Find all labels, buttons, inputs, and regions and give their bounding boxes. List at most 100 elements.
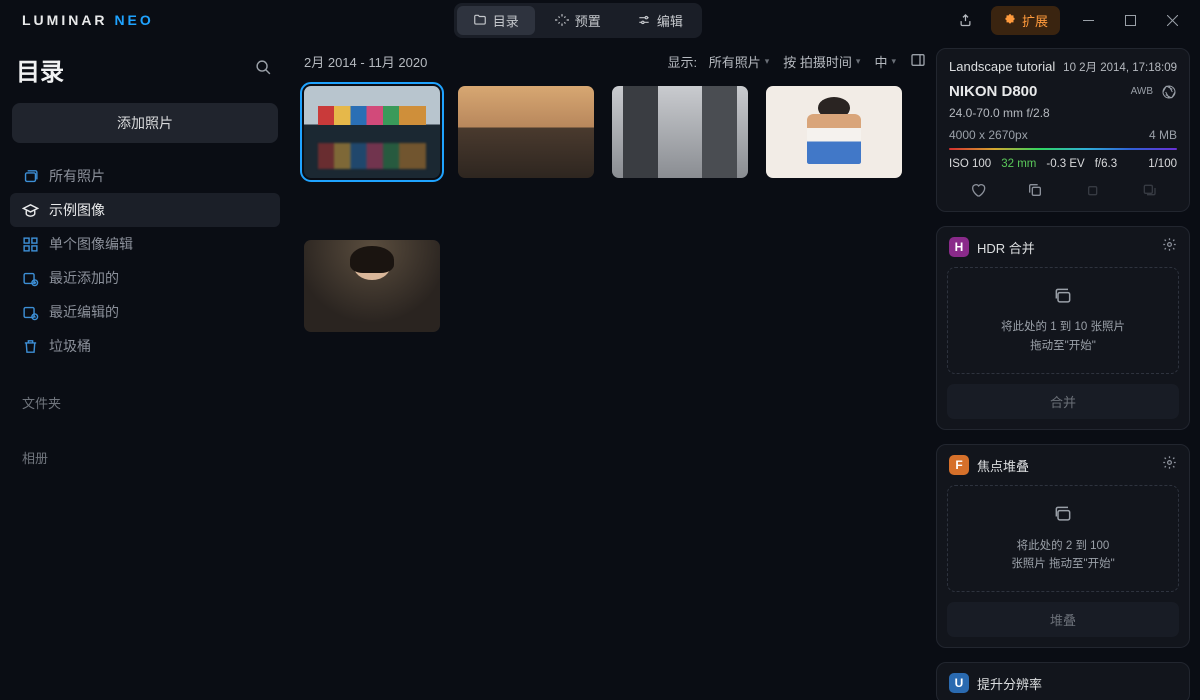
main-area: 2月 2014 - 11月 2020 显示: 所有照片 ▾ 按 拍摄时间 ▾ 中… bbox=[290, 40, 932, 700]
hdr-icon: H bbox=[949, 237, 969, 257]
chevron-down-icon: ▾ bbox=[765, 56, 770, 67]
panel-title: HDR 合并 bbox=[977, 238, 1035, 257]
aperture-icon bbox=[1161, 84, 1177, 100]
catalog-toolbar: 2月 2014 - 11月 2020 显示: 所有照片 ▾ 按 拍摄时间 ▾ 中… bbox=[290, 40, 932, 82]
favorite-button[interactable] bbox=[970, 182, 986, 201]
gear-icon bbox=[1162, 237, 1177, 252]
drop-hint: 将此处的 1 到 10 张照片 bbox=[1001, 321, 1125, 333]
dimensions: 4000 x 2670px bbox=[949, 128, 1028, 142]
view-toggle[interactable] bbox=[910, 52, 926, 71]
heart-icon bbox=[970, 182, 986, 198]
filter-show[interactable]: 显示: 所有照片 ▾ bbox=[668, 52, 770, 71]
images-icon bbox=[1053, 504, 1073, 524]
images-icon bbox=[1053, 286, 1073, 306]
search-icon bbox=[255, 59, 272, 76]
hdr-dropzone[interactable]: 将此处的 1 到 10 张照片 拖动至"开始" bbox=[947, 267, 1179, 374]
share-icon bbox=[958, 13, 973, 28]
sidebar-title: 目录 bbox=[16, 52, 64, 87]
section-folders[interactable]: 文件夹 bbox=[10, 387, 280, 418]
nav-label: 垃圾桶 bbox=[49, 336, 91, 356]
folder-icon bbox=[473, 13, 487, 27]
trash-icon bbox=[22, 338, 39, 355]
photo-date: 10 2月 2014, 17:18:09 bbox=[1063, 59, 1177, 75]
copy-button[interactable] bbox=[1027, 182, 1043, 201]
maximize-button[interactable] bbox=[1110, 4, 1150, 36]
tab-label: 编辑 bbox=[657, 11, 683, 30]
focus-icon: F bbox=[949, 455, 969, 475]
puzzle-icon bbox=[1003, 13, 1017, 27]
photo-thumb[interactable] bbox=[304, 86, 440, 178]
panel-settings[interactable] bbox=[1162, 237, 1177, 257]
panel-title: 提升分辨率 bbox=[977, 674, 1042, 693]
sliders-icon bbox=[637, 13, 651, 27]
drop-hint: 拖动至"开始" bbox=[1030, 340, 1096, 352]
nav-trash[interactable]: 垃圾桶 bbox=[10, 329, 280, 363]
panel-icon bbox=[910, 52, 926, 68]
nav-all-photos[interactable]: 所有照片 bbox=[10, 159, 280, 193]
search-button[interactable] bbox=[255, 59, 272, 81]
date-range: 2月 2014 - 11月 2020 bbox=[304, 52, 427, 71]
minimize-button[interactable] bbox=[1068, 4, 1108, 36]
nav-recently-edited[interactable]: 最近编辑的 bbox=[10, 295, 280, 329]
section-albums[interactable]: 相册 bbox=[10, 442, 280, 473]
size-label: 中 bbox=[874, 52, 887, 71]
titlebar: LUMINAR NEO 目录 预置 编辑 扩展 bbox=[0, 0, 1200, 40]
sidebar: 目录 添加照片 所有照片 示例图像 单个图像编辑 最近添加的 bbox=[0, 40, 290, 700]
hdr-panel: H HDR 合并 将此处的 1 到 10 张照片 拖动至"开始" 合并 bbox=[936, 226, 1190, 430]
app-logo: LUMINAR NEO bbox=[22, 12, 154, 28]
photo-grid bbox=[290, 82, 932, 700]
focal-length: 32 mm bbox=[1001, 158, 1036, 170]
add-photos-button[interactable]: 添加照片 bbox=[12, 103, 278, 143]
drop-hint: 将此处的 2 到 100 bbox=[1017, 540, 1110, 552]
drop-hint: 张照片 拖动至"开始" bbox=[1011, 558, 1114, 570]
nav-single-edits[interactable]: 单个图像编辑 bbox=[10, 227, 280, 261]
panel-settings[interactable] bbox=[1162, 455, 1177, 475]
lens-info: 24.0-70.0 mm f/2.8 bbox=[949, 106, 1177, 120]
file-size: 4 MB bbox=[1149, 128, 1177, 142]
tab-label: 目录 bbox=[493, 11, 519, 30]
thumb-size[interactable]: 中 ▾ bbox=[874, 52, 896, 71]
photo-info-card: Landscape tutorial 10 2月 2014, 17:18:09 … bbox=[936, 48, 1190, 212]
photo-thumb[interactable] bbox=[304, 240, 440, 332]
chevron-down-icon: ▾ bbox=[891, 56, 896, 67]
show-prefix: 显示: bbox=[668, 52, 698, 71]
tab-edit[interactable]: 编辑 bbox=[621, 6, 699, 35]
right-panel: Landscape tutorial 10 2月 2014, 17:18:09 … bbox=[932, 40, 1200, 700]
recent-add-icon bbox=[22, 270, 39, 287]
tab-catalog[interactable]: 目录 bbox=[457, 6, 535, 35]
hdr-merge-button[interactable]: 合并 bbox=[947, 384, 1179, 419]
photo-title: Landscape tutorial bbox=[949, 59, 1055, 75]
upscale-icon: U bbox=[949, 673, 969, 693]
sparkle-icon bbox=[555, 13, 569, 27]
focus-dropzone[interactable]: 将此处的 2 到 100 张照片 拖动至"开始" bbox=[947, 485, 1179, 592]
awb-badge: AWB bbox=[1131, 86, 1153, 97]
tab-presets[interactable]: 预置 bbox=[539, 6, 617, 35]
photo-thumb[interactable] bbox=[458, 86, 594, 178]
mode-tabs: 目录 预置 编辑 bbox=[454, 3, 702, 38]
photo-thumb[interactable] bbox=[766, 86, 902, 178]
upscale-panel: U 提升分辨率 bbox=[936, 662, 1190, 700]
shutter-speed: 1/100 bbox=[1148, 158, 1177, 170]
iso-value: ISO 100 bbox=[949, 158, 991, 170]
exposure-comp: -0.3 EV bbox=[1046, 158, 1084, 170]
close-button[interactable] bbox=[1152, 4, 1192, 36]
share-button[interactable] bbox=[949, 3, 983, 37]
camera-model: NIKON D800 bbox=[949, 83, 1037, 100]
tab-label: 预置 bbox=[575, 11, 601, 30]
chevron-down-icon: ▾ bbox=[856, 56, 861, 67]
gear-icon bbox=[1162, 455, 1177, 470]
photo-stack-icon bbox=[22, 168, 39, 185]
layers-button[interactable] bbox=[1141, 182, 1157, 201]
sort-by[interactable]: 按 拍摄时间 ▾ bbox=[783, 52, 860, 71]
show-value: 所有照片 bbox=[709, 52, 761, 71]
nav-recently-added[interactable]: 最近添加的 bbox=[10, 261, 280, 295]
focus-stack-button[interactable]: 堆叠 bbox=[947, 602, 1179, 637]
extensions-label: 扩展 bbox=[1022, 11, 1048, 30]
photo-thumb[interactable] bbox=[612, 86, 748, 178]
panel-title: 焦点堆叠 bbox=[977, 456, 1029, 475]
crop-button[interactable] bbox=[1084, 182, 1100, 201]
histogram-bar bbox=[949, 148, 1177, 150]
extensions-button[interactable]: 扩展 bbox=[991, 6, 1060, 35]
nav-sample-images[interactable]: 示例图像 bbox=[10, 193, 280, 227]
copy-icon bbox=[1027, 182, 1043, 198]
